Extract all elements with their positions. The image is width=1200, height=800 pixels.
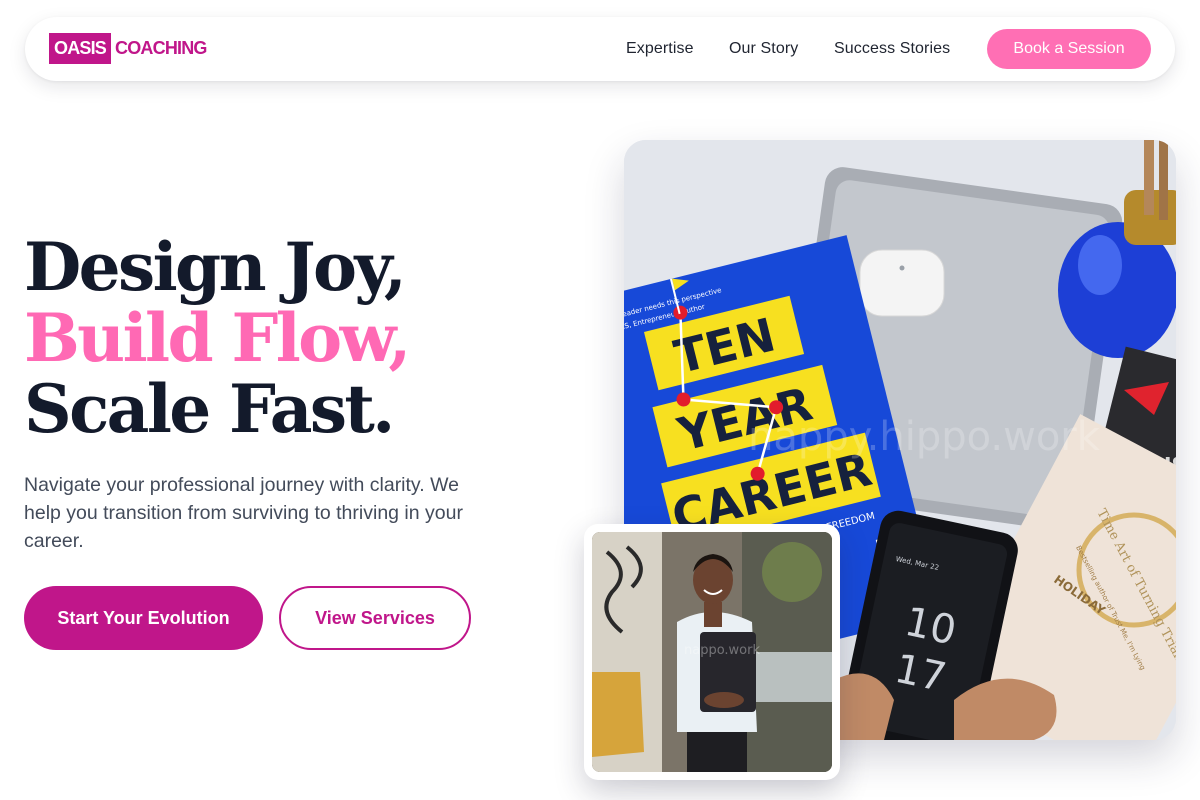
hero-headline: Design Joy, Build Flow, Scale Fast. <box>24 232 494 445</box>
headline-line-1: Design Joy, <box>24 228 407 306</box>
nav-link-our-story[interactable]: Our Story <box>729 39 798 59</box>
headline-line-2: Build Flow, <box>24 299 411 377</box>
logo-box-text: OASIS <box>49 33 112 64</box>
nav-link-success-stories[interactable]: Success Stories <box>834 39 950 59</box>
nav-link-expertise[interactable]: Expertise <box>626 39 694 59</box>
view-services-button[interactable]: View Services <box>279 586 471 650</box>
brand-logo[interactable]: OASIS COACHING <box>49 33 207 64</box>
main-photo-watermark: nappy.hippo.work <box>748 414 1101 460</box>
hero-subtext: Navigate your professional journey with … <box>24 474 463 552</box>
book-session-button[interactable]: Book a Session <box>987 29 1151 69</box>
inset-woman-photo: nappo.work <box>592 532 832 772</box>
earbuds-case <box>859 249 945 317</box>
landing-page: OASIS COACHING Expertise Our Story Succe… <box>0 0 1200 800</box>
inset-photo-frame: nappo.work <box>584 524 840 780</box>
start-evolution-button[interactable]: Start Your Evolution <box>24 586 263 650</box>
top-nav: OASIS COACHING Expertise Our Story Succe… <box>25 17 1175 81</box>
logo-text: COACHING <box>115 38 207 58</box>
inset-photo-watermark: nappo.work <box>684 643 760 658</box>
headline-line-3: Scale Fast. <box>24 370 395 448</box>
